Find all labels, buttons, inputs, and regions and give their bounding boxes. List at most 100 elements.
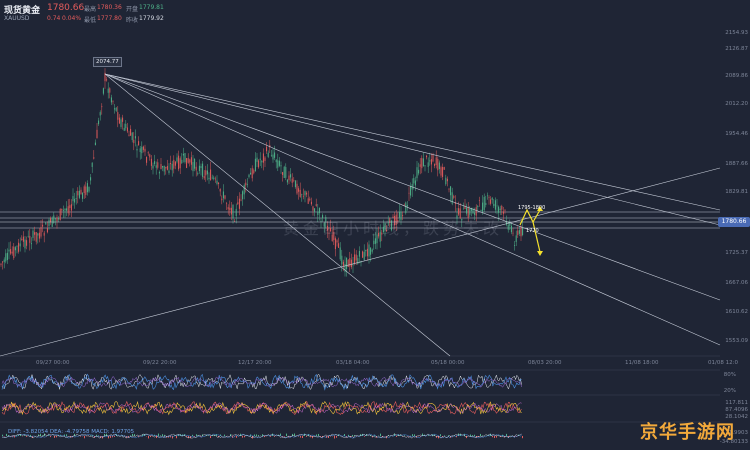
zone-sub-label: 1770 [526, 228, 539, 234]
candle-body [189, 159, 191, 163]
macd-bar [2, 434, 3, 436]
candle-body [93, 157, 95, 159]
candle-body [486, 195, 488, 197]
candle-body [54, 218, 56, 220]
candle-body [339, 247, 341, 260]
macd-bar [472, 435, 473, 436]
candle-body [346, 257, 348, 270]
candle-body [274, 152, 276, 158]
candle-body [82, 192, 84, 199]
candle-body [70, 204, 72, 211]
candle-body [184, 153, 186, 163]
trend-line [0, 167, 721, 357]
candle-body [155, 165, 157, 168]
candle-body [438, 162, 440, 169]
candle-body [42, 224, 44, 227]
candle-body [218, 182, 220, 185]
candle-body [21, 238, 23, 241]
candle-body [501, 205, 503, 210]
candle-body [206, 170, 208, 175]
candle-body [286, 179, 288, 183]
candle-body [229, 207, 231, 211]
macd-bar [496, 436, 497, 438]
candle-body [211, 177, 213, 179]
candle-body [56, 217, 58, 222]
candle-body [301, 194, 303, 195]
candle-body [482, 202, 484, 212]
candle-body [202, 163, 204, 177]
candle-body [293, 180, 295, 181]
candle-body [110, 97, 112, 103]
candle-body [171, 163, 173, 171]
candle-body [32, 230, 34, 238]
candle-body [18, 242, 20, 252]
current-price-badge: 1780.66 [718, 217, 750, 227]
candle-body [94, 142, 96, 146]
candle-body [416, 167, 418, 179]
macd-bar [48, 435, 49, 436]
candle-body [214, 178, 216, 180]
candle-body [493, 203, 495, 207]
candle-body [117, 112, 119, 120]
chart-watermark-text: 黄金四小时线，跌势未改 [283, 219, 504, 238]
time-tick: 01/08 12:0 [708, 360, 738, 366]
candle-body [67, 206, 69, 214]
candle-body [349, 257, 351, 267]
macd-bar [242, 436, 243, 438]
macd-bar [42, 435, 43, 436]
macd-bar [414, 434, 415, 436]
candle-body [278, 160, 280, 166]
candle-body [85, 186, 87, 195]
candle-body [251, 168, 253, 179]
candle-body [422, 158, 424, 167]
candle-body [125, 123, 127, 129]
candle-body [237, 202, 239, 204]
macd-bar [30, 434, 31, 436]
macd-label: DIFF: -3.82054 DEA: -4.79758 MACD: 1.977… [8, 429, 135, 435]
candle-body [414, 180, 416, 186]
macd-bar [16, 435, 17, 436]
candle-body [304, 191, 306, 196]
candle-body [106, 79, 108, 81]
candle-body [102, 88, 104, 94]
candle-body [309, 198, 311, 201]
candle-body [472, 209, 474, 214]
candle-body [210, 169, 212, 180]
candle-body [285, 167, 287, 178]
price-tick: 2126.87 [725, 46, 748, 52]
trend-line [104, 73, 721, 301]
macd-bar [302, 436, 303, 439]
candle-body [453, 195, 455, 198]
zone-label: 1795-1800 [518, 205, 546, 211]
candle-body [40, 227, 42, 237]
candle-body [178, 155, 180, 170]
macd-bar [396, 436, 397, 437]
candle-body [77, 190, 79, 196]
chart-app: 现货黄金 ▾ 1780.66 XAUUSD 0.74 0.04% 最高 1780… [0, 0, 750, 450]
candle-body [114, 108, 116, 110]
candle-body [306, 192, 308, 195]
macd-bar [26, 436, 27, 437]
macd-bar [236, 436, 237, 438]
peak-price-tag: 2074.77 [93, 57, 122, 67]
candle-body [46, 228, 48, 233]
time-tick: 03/18 04:00 [336, 360, 370, 366]
macd-bar [6, 433, 7, 436]
candle-body [150, 158, 152, 166]
time-tick: 05/18 00:00 [431, 360, 465, 366]
candle-body [466, 207, 468, 214]
price-tick: 2089.86 [725, 73, 748, 79]
candle-body [336, 240, 338, 243]
candle-body [16, 245, 18, 247]
macd-bar [50, 436, 51, 438]
candle-body [118, 117, 120, 124]
candle-body [437, 158, 439, 171]
macd-bar [440, 434, 441, 436]
candle-body [45, 222, 47, 225]
candle-body [442, 167, 444, 177]
candle-body [446, 178, 448, 182]
candle-body [66, 208, 68, 211]
macd-bar [256, 434, 257, 436]
candle-body [307, 198, 309, 204]
candle-body [3, 259, 5, 263]
